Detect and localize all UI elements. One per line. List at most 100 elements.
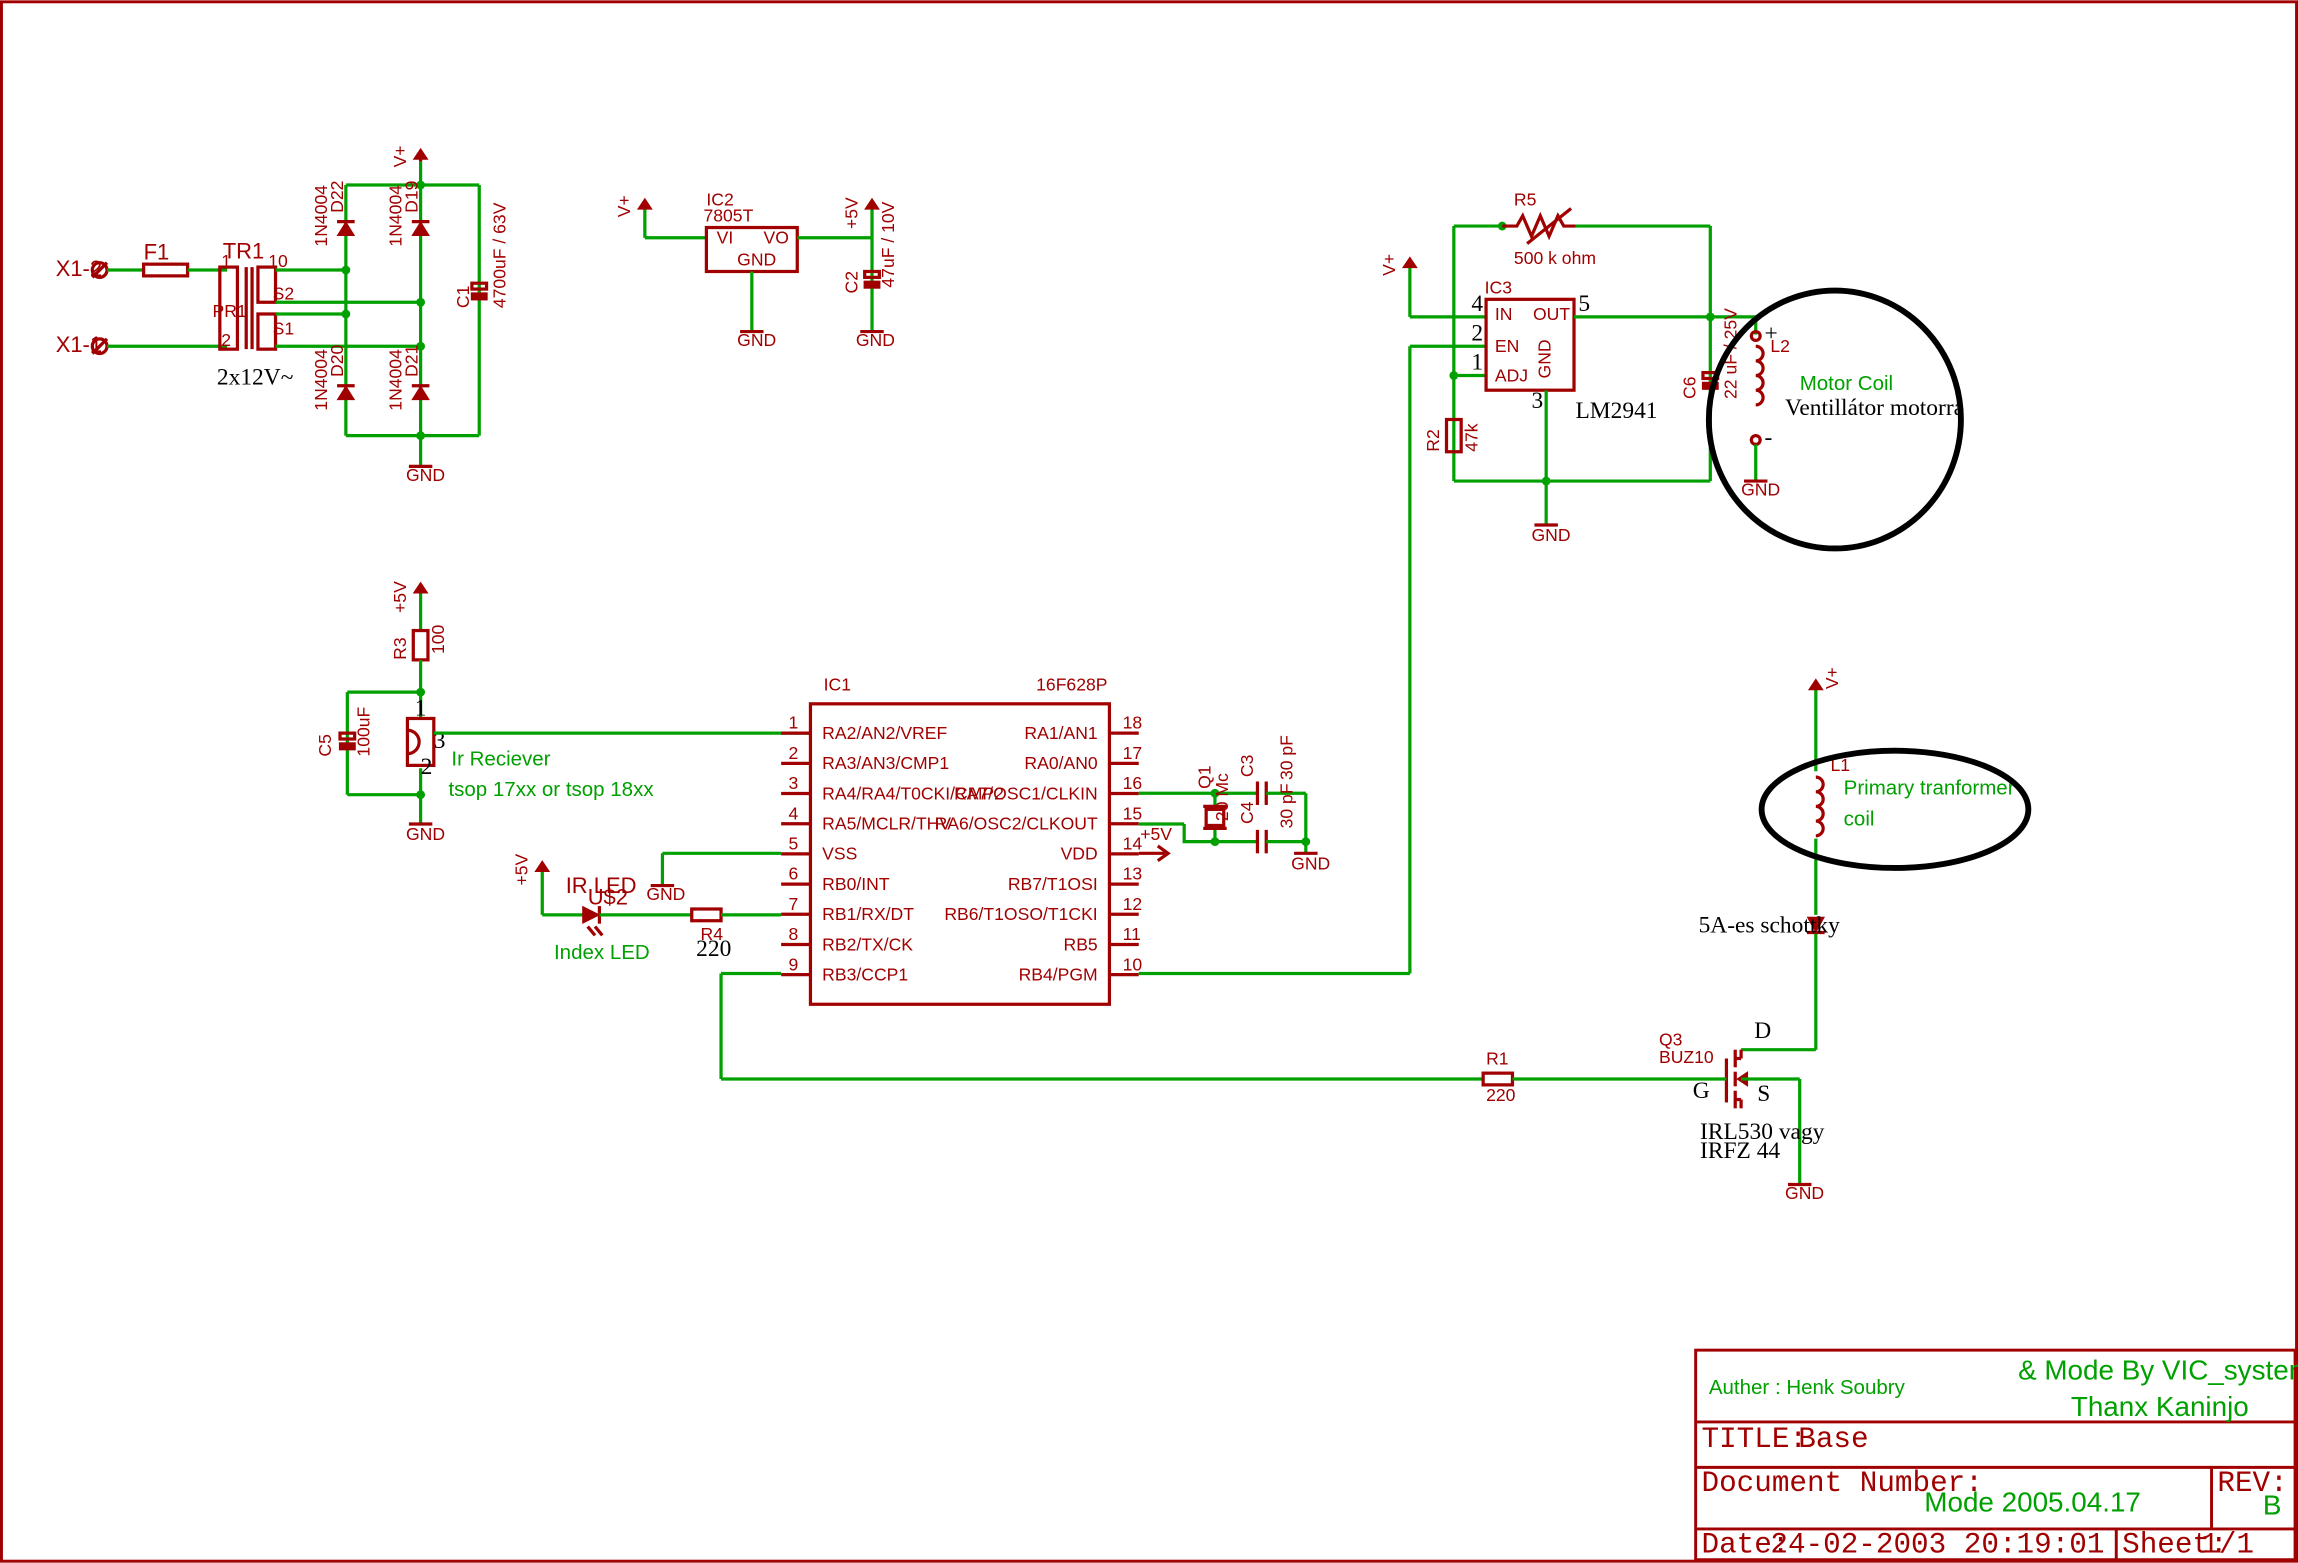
c6-label: C6	[1680, 377, 1700, 399]
title-field-label: TITLE:	[1702, 1423, 1808, 1456]
d21-label: D21	[402, 345, 422, 377]
mcu-pin-number: 2	[788, 743, 798, 763]
diode-d21	[411, 384, 430, 401]
q1-value: 20 Mc	[1212, 773, 1232, 821]
recv-pin2: 2	[421, 754, 433, 780]
mcu-pin-name: RA7/OSC1/CLKIN	[954, 783, 1098, 803]
mcu-pin-name: RB3/CCP1	[822, 965, 908, 985]
schottky-label: 5A-es schottky	[1699, 912, 1841, 938]
mcu-pin-name: RA5/MCLR/THV	[822, 814, 951, 834]
mcu-pin-name: RB4/PGM	[1019, 965, 1098, 985]
plus5v-arrow-icon	[534, 860, 551, 872]
diode-d20	[336, 384, 356, 401]
mcu-pin-name: RB7/T1OSI	[1008, 874, 1098, 894]
ic1-label: IC1	[824, 675, 851, 695]
motor-regulator-section: R5 500 k ohm V+ IC3 IN OUT EN ADJ GND 4 …	[1379, 190, 1965, 974]
coil-terminal-plus	[1749, 329, 1762, 342]
c2-label: C2	[841, 271, 861, 293]
r1-value: 220	[1486, 1085, 1516, 1105]
resistor-r1	[1481, 1071, 1515, 1087]
mcu-pin-name: VDD	[1061, 844, 1098, 864]
diode-d22	[336, 220, 356, 236]
ic3-label: IC3	[1485, 277, 1512, 297]
ic3-pin3: 3	[1532, 388, 1544, 414]
ic3-pin1: 1	[1471, 350, 1483, 376]
ic2-vo: VO	[764, 228, 789, 248]
ic2-type: 7805T	[703, 206, 753, 226]
c1-value: 4700uF / 63V	[490, 202, 510, 308]
plus5v-arrow-icon	[412, 581, 429, 594]
mcu-pin-name: RA6/OSC2/CLKOUT	[935, 814, 1098, 834]
r5-label: R5	[1514, 190, 1537, 210]
ir-receiver-section: +5V R3 100 C5 100uF 1 2 3 Ir Reciever ts…	[315, 581, 809, 844]
mcu-pin-name: RA1/AN1	[1024, 723, 1097, 743]
rev-value: B	[2263, 1489, 2282, 1520]
mcu-pin-number: 4	[788, 803, 798, 823]
title-block: Auther : Henk Soubry & Mode By VIC_syste…	[1694, 1348, 2298, 1561]
tr-pin2: 2	[221, 330, 231, 350]
d20-label: D20	[327, 345, 347, 377]
inductor-l1	[1815, 775, 1825, 838]
c4-value: 30 pF	[1277, 783, 1297, 828]
tr-ratio: 2x12V~	[217, 364, 293, 390]
q3-gate: G	[1693, 1078, 1710, 1104]
mcu-pin-number: 17	[1123, 743, 1143, 763]
r5-value: 500 k ohm	[1514, 248, 1596, 268]
mcu-pin-name: VSS	[822, 844, 857, 864]
ic3-out: OUT	[1533, 304, 1570, 324]
ic3-pin4: 4	[1471, 291, 1483, 317]
schematic-sheet: X1-2 X1-1 F1 TR1 1 10 2 PR1 S2 S1 2x12V~	[0, 0, 2298, 1563]
ic3-pin5: 5	[1578, 291, 1590, 317]
x1-1-label: X1-1	[56, 332, 102, 357]
q3-drain: D	[1754, 1018, 1771, 1044]
motor-coil-note: Ventillátor motorra	[1785, 395, 1965, 421]
c3-label: C3	[1237, 755, 1257, 777]
d19-label: D19	[402, 181, 422, 213]
ic2-vi: VI	[717, 228, 734, 248]
docnum-value: Mode 2005.04.17	[1924, 1486, 2141, 1517]
mcu-pin-number: 12	[1123, 894, 1143, 914]
psu-gnd: GND	[406, 465, 445, 485]
vplus-arrow-icon	[1401, 256, 1418, 269]
mcu-pin-number: 13	[1123, 864, 1143, 884]
reg-plus5: +5V	[841, 197, 861, 229]
reg-gnd-1: GND	[737, 330, 776, 350]
mcu-pin-name: RB6/T1OSO/T1CKI	[944, 904, 1097, 924]
r2-label: R2	[1423, 429, 1443, 451]
q3-alt2: IRFZ 44	[1700, 1138, 1780, 1164]
index-led-label: Index LED	[554, 941, 650, 964]
tr-pin10: 10	[268, 251, 288, 271]
ir-gnd: GND	[406, 824, 445, 844]
mcu-pin-number: 9	[788, 954, 798, 974]
mcu-pin-number: 15	[1123, 803, 1143, 823]
sheet-value: 1/1	[2201, 1528, 2254, 1561]
ir-receiver-label: Ir Reciever	[451, 747, 550, 770]
motor-gnd-1: GND	[1532, 525, 1571, 545]
drive-vplus: V+	[1822, 667, 1842, 689]
ir-plus5: +5V	[390, 581, 410, 613]
ir-led-u2	[582, 905, 601, 924]
schematic-canvas: X1-2 X1-1 F1 TR1 1 10 2 PR1 S2 S1 2x12V~	[0, 0, 2298, 1563]
mcu-pin-name: RB2/TX/CK	[822, 934, 913, 954]
r1-label: R1	[1486, 1048, 1508, 1068]
f1-label: F1	[144, 240, 170, 265]
ic3-gnd: GND	[1535, 339, 1555, 378]
mcu-pin-name: RB0/INT	[822, 874, 890, 894]
c5-value: 100uF	[353, 706, 373, 756]
tr-pin1: 1	[221, 251, 231, 271]
reg-vplus: V+	[614, 195, 634, 217]
power-supply-section: X1-2 X1-1 F1 TR1 1 10 2 PR1 S2 S1 2x12V~	[56, 145, 510, 485]
drive-gnd: GND	[1785, 1183, 1824, 1203]
mcu-pin-number: 5	[788, 834, 798, 854]
mcu-pin-name: RB1/RX/DT	[822, 904, 914, 924]
plus5v-arrow-icon	[864, 197, 880, 210]
ic3-adj: ADJ	[1495, 365, 1528, 385]
fuse-f1	[142, 262, 190, 278]
resistor-r3	[411, 628, 430, 662]
x1-2-label: X1-2	[56, 256, 102, 281]
recv-pin1: 1	[415, 696, 427, 722]
mcu-pin-number: 11	[1123, 924, 1141, 944]
vplus-arrow-icon	[1807, 678, 1824, 691]
vplus-arrow-icon	[412, 147, 429, 160]
r3-label: R3	[390, 637, 410, 659]
